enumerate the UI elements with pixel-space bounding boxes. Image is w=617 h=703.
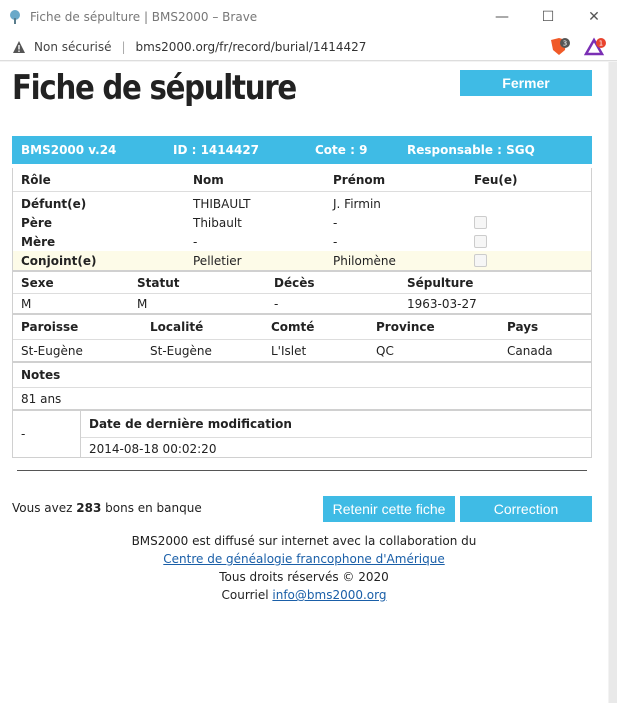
prenom-value: - — [333, 234, 338, 249]
insecure-label: Non sécurisé — [34, 39, 112, 54]
record-version: BMS2000 v.24 — [21, 143, 117, 157]
feu-checkbox[interactable] — [474, 254, 487, 267]
window-titlebar: Fiche de sépulture | BMS2000 – Brave — ☐… — [0, 0, 617, 33]
mod-date-value: 2014-08-18 00:02:20 — [89, 441, 217, 456]
close-button[interactable]: Fermer — [460, 70, 592, 96]
url-text[interactable]: bms2000.org/fr/record/burial/1414427 — [136, 40, 367, 54]
role-label: Mère — [21, 234, 56, 249]
paroisse-value: St-Eugène — [21, 343, 83, 358]
comte-value: L'Islet — [271, 343, 307, 358]
window-title: Fiche de sépulture | BMS2000 – Brave — [30, 9, 258, 24]
correction-button[interactable]: Correction — [460, 496, 592, 522]
divider-line — [17, 470, 587, 471]
brave-badge: 3 — [563, 40, 567, 48]
footer-collab-text: BMS2000 est diffusé sur internet avec la… — [131, 534, 477, 548]
page-title: Fiche de sépulture — [12, 68, 297, 108]
email-link[interactable]: info@bms2000.org — [272, 588, 386, 602]
place-row: St-Eugène St-Eugène L'Islet QC Canada — [13, 340, 591, 361]
pays-value: Canada — [507, 343, 553, 358]
role-label: Défunt(e) — [21, 196, 87, 211]
warning-icon — [13, 40, 25, 53]
record-grid: Rôle Nom Prénom Feu(e) Défunt(e) THIBAUL… — [12, 168, 592, 458]
notes-header-row: Notes — [13, 361, 591, 388]
close-window-button[interactable]: ✕ — [571, 0, 617, 33]
bank-balance: Vous avez 283 bons en banque — [12, 501, 202, 515]
app-tree-icon — [10, 9, 20, 24]
col-nom: Nom — [193, 172, 224, 187]
rewards-badge: 1 — [599, 40, 603, 48]
right-strip — [609, 62, 617, 703]
col-deces: Décès — [274, 275, 315, 290]
role-label: Conjoint(e) — [21, 253, 97, 268]
nom-value: Thibault — [193, 215, 242, 230]
col-prenom: Prénom — [333, 172, 386, 187]
col-comte: Comté — [271, 320, 315, 334]
col-province: Province — [376, 320, 435, 334]
bank-prefix: Vous avez — [12, 501, 77, 515]
sexe-value: M — [21, 296, 32, 311]
footer: BMS2000 est diffusé sur internet avec la… — [0, 532, 608, 604]
notes-value: 81 ans — [21, 391, 62, 406]
col-localite: Localité — [150, 320, 204, 334]
copyright-text: Tous droits réservés © 2020 — [219, 570, 389, 584]
feu-checkbox[interactable] — [474, 216, 487, 229]
nom-value: THIBAULT — [193, 196, 251, 211]
cgfa-link[interactable]: Centre de généalogie francophone d'Améri… — [163, 552, 444, 566]
col-sepulture: Sépulture — [407, 275, 474, 290]
mod-date-label: Date de dernière modification — [81, 411, 591, 438]
col-role: Rôle — [21, 172, 51, 187]
prenom-value: J. Firmin — [333, 196, 381, 211]
address-divider: | — [121, 39, 126, 54]
page-content: Fiche de sépulture Fermer BMS2000 v.24 I… — [0, 62, 608, 703]
modification-table: - Date de dernière modification 2014-08-… — [13, 409, 591, 457]
localite-value: St-Eugène — [150, 343, 212, 358]
notes-row: 81 ans — [13, 388, 591, 409]
persons-header-row: Rôle Nom Prénom Feu(e) — [13, 168, 591, 192]
record-id: ID : 1414427 — [173, 143, 260, 157]
feu-checkbox[interactable] — [474, 235, 487, 248]
col-pays: Pays — [507, 320, 539, 334]
maximize-button[interactable]: ☐ — [525, 0, 571, 33]
brave-shield-icon[interactable]: 3 — [548, 37, 570, 57]
col-paroisse: Paroisse — [21, 320, 79, 334]
statut-value: M — [137, 296, 148, 311]
prenom-value: - — [333, 215, 338, 230]
address-bar[interactable]: Non sécurisé | bms2000.org/fr/record/bur… — [0, 33, 617, 61]
notes-label: Notes — [21, 368, 61, 382]
mod-left-value: - — [13, 411, 81, 457]
person-row-pere: Père Thibault - — [13, 213, 591, 232]
record-header: BMS2000 v.24 ID : 1414427 Cote : 9 Respo… — [12, 136, 592, 164]
bank-count: 283 — [76, 501, 102, 515]
deces-value: - — [274, 296, 279, 311]
place-header-row: Paroisse Localité Comté Province Pays — [13, 313, 591, 340]
courriel-label: Courriel — [221, 588, 273, 602]
role-label: Père — [21, 215, 52, 230]
vitals-header-row: Sexe Statut Décès Sépulture — [13, 270, 591, 294]
vitals-row: M M - 1963-03-27 — [13, 294, 591, 313]
person-row-conjoint: Conjoint(e) Pelletier Philomène — [13, 251, 591, 270]
col-feu: Feu(e) — [474, 172, 518, 187]
col-statut: Statut — [137, 275, 180, 290]
keep-record-button[interactable]: Retenir cette fiche — [323, 496, 455, 522]
province-value: QC — [376, 343, 394, 358]
nom-value: Pelletier — [193, 253, 242, 268]
prenom-value: Philomène — [333, 253, 396, 268]
record-responsable: Responsable : SGQ — [407, 143, 535, 157]
person-row-mere: Mère - - — [13, 232, 591, 251]
bank-suffix: bons en banque — [101, 501, 202, 515]
record-cote: Cote : 9 — [315, 143, 368, 157]
brave-rewards-icon[interactable]: 1 — [583, 37, 606, 57]
sepulture-value: 1963-03-27 — [407, 296, 477, 311]
person-row-defunt: Défunt(e) THIBAULT J. Firmin — [13, 194, 591, 213]
nom-value: - — [193, 234, 198, 249]
minimize-button[interactable]: — — [479, 0, 525, 33]
burial-record: BMS2000 v.24 ID : 1414427 Cote : 9 Respo… — [12, 136, 592, 458]
col-sexe: Sexe — [21, 275, 54, 290]
